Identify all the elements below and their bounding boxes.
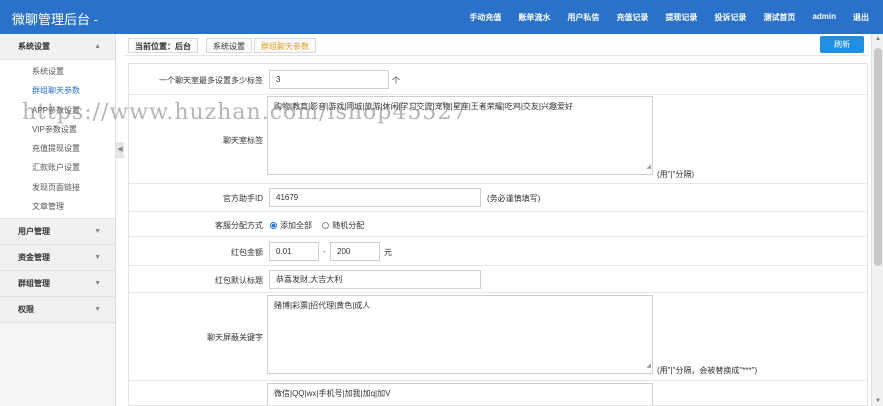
top-bar: 微聊管理后台 - 手动充值 账单流水 用户私信 充值记录 提现记录 投诉记录 测… [0,0,883,34]
row-redpacket-amount: 红包金额 0.01 - 200 元 [129,237,867,266]
nav-recharge-records[interactable]: 充值记录 [616,12,648,23]
radio-add-all[interactable] [270,222,277,229]
chevron-down-icon: ▼ [94,306,101,314]
sidebar-group-users[interactable]: 用户管理 ▼ [0,219,115,246]
row-room-tags: 聊天室标签 购物|教育|影音|游戏|同城|旅游|休闲|学习交流|宠物|星座|王者… [129,95,867,184]
redpacket-title-input[interactable]: 恭喜发财,大吉大利 [269,270,481,289]
label-service-mode: 客服分配方式 [215,221,263,230]
scroll-down-icon[interactable]: ▼ [875,398,881,404]
label-max-tags: 一个聊天室最多设置多少标签 [159,76,263,85]
nav-withdraw-records[interactable]: 提现记录 [665,12,697,23]
contact-words-textarea[interactable]: 微信|QQ|wx|手机号|加我|加q|加V [267,383,653,405]
sidebar-collapse-icon[interactable]: ◀ [116,142,124,158]
resize-handle-icon[interactable]: ◢ [646,162,651,173]
sidebar-item-group-chat-params[interactable]: 群组聊天参数 [0,81,115,101]
room-tags-hint: (用"|"分隔) [657,170,695,179]
max-tags-input[interactable]: 3 [269,70,389,89]
breadcrumb-section[interactable]: 系统设置 [206,38,252,53]
sidebar-item-discover-links[interactable]: 发现页面链接 [0,177,115,198]
nav-logout[interactable]: 退出 [853,12,869,23]
sidebar-group-system-settings[interactable]: 系统设置 ▲ [0,34,115,60]
resize-handle-icon[interactable]: ◢ [646,361,651,372]
redpacket-range-sep: - [323,247,326,256]
nav-complaint-records[interactable]: 投诉记录 [714,12,746,23]
row-max-tags: 一个聊天室最多设置多少标签 3 个 [129,64,867,95]
refresh-button[interactable]: 刷新 [820,36,864,53]
label-room-tags: 聊天室标签 [223,136,263,145]
service-mode-radios: 添加全部 随机分配 [270,220,364,231]
row-blocked-words: 聊天屏蔽关键字 赌博|彩票|招代理|黄色|成人 ◢ (用"|"分隔，会被替换成"… [129,293,867,381]
sidebar-item-app-params[interactable]: APP参数设置 [0,100,115,120]
chevron-down-icon: ▼ [94,280,101,288]
breadcrumb-prefix[interactable]: 当前位置：后台 [128,38,198,53]
redpacket-unit: 元 [384,248,392,257]
sidebar-item-articles[interactable]: 文章管理 [0,197,115,217]
row-redpacket-title: 红包默认标题 恭喜发财,大吉大利 [129,266,867,293]
label-helper-id: 官方助手ID [223,194,263,203]
nav-admin-user[interactable]: admin [812,12,836,23]
breadcrumb-current: 群组聊天参数 [254,38,316,53]
chevron-up-icon: ▲ [94,43,101,50]
sidebar: 系统设置 ▲ 系统设置 群组聊天参数 APP参数设置 VIP参数设置 充值提现设… [0,34,116,406]
scroll-up-icon[interactable]: ▲ [875,36,881,42]
nav-manual-recharge[interactable]: 手动充值 [469,12,501,23]
nav-bill-flow[interactable]: 账单流水 [518,12,550,23]
sidebar-item-vip-params[interactable]: VIP参数设置 [0,119,115,140]
sidebar-group-permissions[interactable]: 权限 ▼ [0,297,115,324]
settings-form: 一个聊天室最多设置多少标签 3 个 聊天室标签 购物|教育|影音|游戏|同城|旅… [128,63,868,406]
scroll-thumb[interactable] [874,48,882,266]
row-contact-words: 微信|QQ|wx|手机号|加我|加q|加V [129,381,867,405]
room-tags-textarea[interactable]: 购物|教育|影音|游戏|同城|旅游|休闲|学习交流|宠物|星座|王者荣耀|吃鸡|… [267,96,653,175]
top-nav: 手动充值 账单流水 用户私信 充值记录 提现记录 投诉记录 测试首页 admin… [469,12,869,23]
label-redpacket-amount: 红包金额 [231,248,263,257]
redpacket-min-input[interactable]: 0.01 [269,242,319,261]
radio-random[interactable] [322,222,330,229]
redpacket-max-input[interactable]: 200 [330,242,380,261]
helper-id-input[interactable]: 41679 [269,188,481,207]
label-blocked-words: 聊天屏蔽关键字 [207,333,263,342]
sidebar-group-groups[interactable]: 群组管理 ▼ [0,271,115,298]
chevron-down-icon: ▼ [94,254,101,262]
blocked-words-textarea[interactable]: 赌博|彩票|招代理|黄色|成人 ◢ [267,295,653,374]
row-helper-id: 官方助手ID 41679 (务必谨慎填写) [129,184,867,212]
helper-id-hint: (务必谨慎填写) [487,194,541,203]
sidebar-item-system-settings[interactable]: 系统设置 [0,62,115,82]
label-redpacket-title: 红包默认标题 [215,276,263,285]
nav-user-messages[interactable]: 用户私信 [567,12,599,23]
chevron-down-icon: ▼ [94,228,101,236]
nav-test-home[interactable]: 测试首页 [763,12,795,23]
blocked-words-hint: (用"|"分隔，会被替换成"***") [657,366,758,375]
max-tags-unit: 个 [392,76,400,85]
sidebar-item-remit-accounts[interactable]: 汇款账户设置 [0,158,115,178]
page-scrollbar[interactable]: ▲ ▼ [871,34,883,406]
app-title: 微聊管理后台 - [12,12,98,27]
sidebar-item-recharge-withdraw[interactable]: 充值提现设置 [0,139,115,159]
breadcrumb: 当前位置：后台 系统设置 群组聊天参数 [124,34,869,56]
sidebar-sublist: 系统设置 群组聊天参数 APP参数设置 VIP参数设置 充值提现设置 汇款账户设… [0,60,115,220]
sidebar-group-funds[interactable]: 资金管理 ▼ [0,245,115,272]
row-service-mode: 客服分配方式 添加全部 随机分配 [129,212,867,237]
